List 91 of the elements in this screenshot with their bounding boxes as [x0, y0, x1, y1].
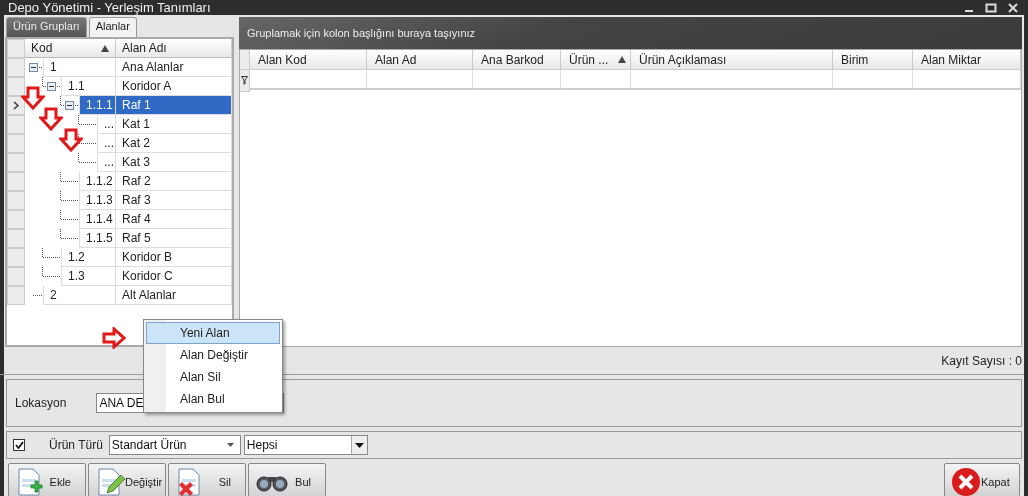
arrow-icon: [59, 128, 83, 152]
column-header[interactable]: Alan Adı: [116, 39, 232, 58]
column-header[interactable]: Kod: [25, 39, 116, 58]
arrow-icon: [39, 107, 63, 131]
caret-icon: [226, 443, 234, 447]
tree-line: [60, 210, 79, 220]
filter-cell[interactable]: [250, 70, 367, 90]
row-indicator: [7, 39, 25, 58]
sort-up-icon: [101, 44, 109, 52]
action-button[interactable]: Değiştir: [88, 463, 166, 496]
tree-line: [78, 115, 97, 125]
tree-line: [60, 172, 79, 182]
tree-line: [60, 96, 79, 106]
table-cell: 1.2: [61, 248, 116, 267]
sort-up-icon: [618, 56, 626, 63]
collapse-icon[interactable]: [29, 63, 38, 72]
table-cell: 1.1.2: [79, 172, 116, 191]
menu-item[interactable]: Alan Sil: [146, 366, 280, 388]
product-type-dropdown[interactable]: Standart Ürün: [108, 435, 241, 455]
table-cell: Alt Alanlar: [116, 286, 232, 305]
document-pencil-icon: [95, 466, 125, 496]
action-button[interactable]: Ekle: [8, 463, 86, 496]
menu-item[interactable]: Alan Bul: [146, 388, 280, 410]
column-header[interactable]: Ürün ...: [561, 50, 631, 70]
tree-line: [42, 267, 61, 277]
document-plus-icon: [15, 466, 45, 496]
tree-line: [78, 134, 97, 144]
tree-line: [33, 295, 43, 296]
table-cell: 1.1.5: [79, 229, 116, 248]
window-title: Depo Yönetimi - Yerleşim Tanımları: [8, 0, 211, 15]
column-header[interactable]: Alan Miktar: [913, 50, 1021, 70]
filter-cell[interactable]: [561, 70, 631, 90]
table-cell: Kat 1: [116, 115, 232, 134]
product-type-label: Ürün Türü: [49, 438, 103, 452]
table-cell: Koridor A: [116, 77, 232, 96]
table-cell: 1.1: [61, 77, 116, 96]
column-header[interactable]: Alan Kod: [250, 50, 367, 70]
table-cell: 1.1.1: [79, 96, 116, 115]
record-count: Kayıt Sayısı : 0: [941, 353, 1022, 368]
filter-cell[interactable]: [367, 70, 473, 90]
table-cell: ...: [97, 153, 116, 172]
tree-line: [60, 229, 79, 239]
tab[interactable]: Alanlar: [88, 17, 137, 37]
collapse-icon[interactable]: [47, 82, 56, 91]
caret-icon: [354, 442, 364, 448]
table-cell: Raf 1: [116, 96, 232, 115]
table-cell: Kat 2: [116, 134, 232, 153]
table-cell: 1.1.4: [79, 210, 116, 229]
scope-dropdown[interactable]: Hepsi: [243, 435, 368, 455]
table-cell: Kat 3: [116, 153, 232, 172]
table-cell: 1: [43, 58, 116, 77]
filter-cell[interactable]: [913, 70, 1021, 90]
tree-line: [78, 153, 97, 163]
collapse-icon[interactable]: [65, 101, 74, 110]
table-cell: 1.3: [61, 267, 116, 286]
table-cell: Koridor C: [116, 267, 232, 286]
table-cell: Raf 3: [116, 191, 232, 210]
menu-item[interactable]: Alan Değiştir: [146, 344, 280, 366]
tab[interactable]: Ürün Grupları: [6, 17, 87, 37]
column-header[interactable]: Birim: [833, 50, 913, 70]
group-panel: Gruplamak için kolon başlığını buraya taşıyınız: [239, 17, 1022, 49]
action-button[interactable]: Bul: [248, 463, 326, 496]
checkmark-icon: [14, 441, 24, 449]
tree-line: [42, 248, 61, 258]
filter-cell[interactable]: [631, 70, 833, 90]
column-header[interactable]: Alan Ad: [367, 50, 473, 70]
table-cell: Koridor B: [116, 248, 232, 267]
table-cell: ...: [97, 134, 116, 153]
table-cell: Raf 2: [116, 172, 232, 191]
table-cell: Raf 4: [116, 210, 232, 229]
location-label: Lokasyon: [15, 396, 67, 410]
close-circle-icon: [951, 466, 981, 496]
close-button[interactable]: Kapat: [944, 463, 1020, 496]
table-cell: 1.1.3: [79, 191, 116, 210]
close-icon[interactable]: [1006, 0, 1020, 15]
tree-line: [60, 191, 79, 201]
tree-line: [42, 77, 61, 87]
filter-cell[interactable]: [833, 70, 913, 90]
checkbox[interactable]: [13, 439, 25, 451]
table-cell: 2: [43, 286, 116, 305]
table-cell: ...: [97, 115, 116, 134]
column-header[interactable]: Ana Barkod: [473, 50, 561, 70]
arrow-icon: [21, 86, 45, 110]
filter-icon[interactable]: [241, 76, 248, 85]
action-button[interactable]: Sil: [168, 463, 246, 496]
table-cell: Raf 5: [116, 229, 232, 248]
menu-item[interactable]: Yeni Alan: [146, 322, 280, 344]
table-cell: Ana Alanlar: [116, 58, 232, 77]
filter-cell[interactable]: [473, 70, 561, 90]
column-header[interactable]: Ürün Açıklaması: [631, 50, 833, 70]
chevron-right-icon: [13, 101, 19, 110]
